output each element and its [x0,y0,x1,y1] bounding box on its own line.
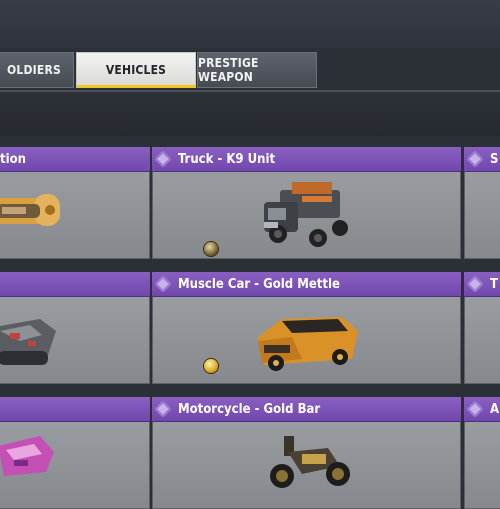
rarity-diamond-icon [154,275,172,293]
unit-badge-icon [204,242,218,256]
card-preview [152,172,461,259]
tab-label: OLDIERS [7,63,61,77]
card-header [0,397,150,422]
tab-prestige-weapon[interactable]: PRESTIGE WEAPON [197,52,317,88]
vehicle-card[interactable]: Truck - K9 Unit [152,147,461,259]
card-preview [0,172,150,259]
vehicle-card[interactable] [0,397,150,509]
vehicle-gold-orb-image [0,194,60,226]
card-header: S [464,147,500,172]
vehicle-card[interactable]: S [464,147,500,259]
card-preview [0,297,150,384]
muscle-car-gold-mettle-image [258,317,358,371]
card-header: T [464,272,500,297]
card-header: Motorcycle - Gold Bar [152,397,461,422]
card-header: Muscle Car - Gold Mettle [152,272,461,297]
vehicle-grid: tion Truck - K9 Unit S Muscle Car - Gold… [0,140,500,509]
card-header: tion [0,147,150,172]
card-preview [0,422,150,509]
vehicle-card[interactable]: tion [0,147,150,259]
gold-badge-icon [204,359,218,373]
tab-label: VEHICLES [105,63,167,77]
card-header: A [464,397,500,422]
rarity-diamond-icon [466,150,484,168]
card-header: Truck - K9 Unit [152,147,461,172]
truck-k9-image [264,182,348,247]
filter-strip [0,92,500,136]
card-title: Motorcycle - Gold Bar [178,401,321,417]
vehicle-card[interactable]: A [464,397,500,509]
rarity-diamond-icon [154,150,172,168]
card-title: A [490,401,500,417]
tank-image [0,319,56,365]
rarity-diamond-icon [466,275,484,293]
rarity-diamond-icon [466,400,484,418]
pink-vehicle-image [0,436,54,476]
motorcycle-gold-bar-image [270,436,350,488]
tab-label: PRESTIGE WEAPON [198,56,259,84]
card-title: Muscle Car - Gold Mettle [178,276,340,292]
vehicle-card[interactable]: T [464,272,500,384]
card-title: tion [0,151,26,167]
category-tabs: OLDIERS VEHICLES PRESTIGE WEAPON [0,52,500,90]
card-preview [152,422,461,509]
card-preview [152,297,461,384]
vehicle-card[interactable]: Muscle Car - Gold Mettle [152,272,461,384]
rarity-diamond-icon [154,400,172,418]
tab-vehicles[interactable]: VEHICLES [76,52,196,88]
card-title: Truck - K9 Unit [178,151,276,167]
card-title: S [490,151,499,167]
vehicle-card[interactable]: Motorcycle - Gold Bar [152,397,461,509]
vehicle-card[interactable] [0,272,150,384]
tab-soldiers[interactable]: OLDIERS [0,52,74,88]
card-title: T [490,276,498,292]
top-band [0,0,500,48]
card-header [0,272,150,297]
